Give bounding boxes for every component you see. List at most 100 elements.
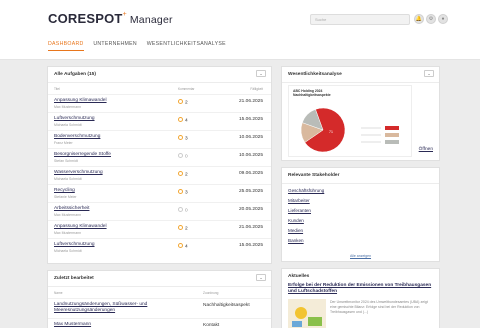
user-icon[interactable]: ● — [438, 14, 448, 24]
app-logo[interactable]: CORESPOT+ Manager — [48, 11, 173, 26]
table-row[interactable]: Landnutzungsänderungen, Süßwasser- und M… — [48, 298, 271, 318]
task-assignee: Max Mustermann — [54, 212, 82, 217]
table-row[interactable]: Luftverschmutzung Michaela Schmidt 4 15.… — [48, 112, 271, 129]
stakeholder-item[interactable]: Geschäftsführung — [288, 188, 324, 193]
tab-unternehmen[interactable]: UNTERNEHMEN — [93, 41, 137, 47]
column-header-comments: Kommentar — [178, 87, 195, 91]
table-row[interactable]: Besorgniserregende Stoffe Stefan Schmidt… — [48, 148, 271, 165]
divider — [48, 82, 271, 83]
main-nav: DASHBOARD UNTERNEHMEN WESENTLICHKEITSANA… — [48, 41, 234, 51]
chevron-down-icon[interactable]: ⌄ — [256, 70, 266, 77]
task-due-date: 20.05.2025 — [238, 207, 263, 212]
comment-count: 4 — [178, 117, 188, 124]
task-assignee: Michaela Schmidt — [54, 122, 82, 127]
comment-count-value: 2 — [185, 172, 188, 178]
chevron-down-icon[interactable]: ⌄ — [256, 274, 266, 281]
task-due-date: 10.06.2025 — [238, 135, 263, 140]
comment-count-value: 4 — [185, 244, 188, 250]
task-title[interactable]: Bodenverschmutzung — [54, 134, 100, 139]
table-row[interactable]: Anpassung Klimawandel Max Mustermann 2 2… — [48, 220, 271, 237]
task-title[interactable]: Luftverschmutzung — [54, 242, 95, 247]
legend-swatch — [385, 126, 399, 130]
recent-item-name[interactable]: Landnutzungsänderungen, Süßwasser- und M… — [54, 302, 194, 314]
task-title[interactable]: Anpassung Klimawandel — [54, 98, 107, 103]
legend-label-placeholder — [361, 141, 381, 143]
column-header-name: Name — [54, 291, 63, 295]
comment-count: 0 — [178, 207, 188, 214]
comment-count: 4 — [178, 243, 188, 250]
analysis-title: Wesentlichkeitsanalyse — [288, 72, 342, 77]
task-assignee: Michaela Schmidt — [54, 248, 82, 253]
divider — [48, 286, 271, 287]
news-thumbnail[interactable] — [288, 299, 326, 328]
tab-wesentlichkeitsanalyse[interactable]: WESENTLICHKEITSANALYSE — [147, 41, 226, 47]
comment-count: 2 — [178, 171, 188, 178]
stakeholder-card: Relevante Stakeholder Geschäftsführung M… — [281, 167, 440, 262]
search-input[interactable]: Suche — [310, 14, 410, 25]
comment-icon — [178, 135, 183, 140]
open-link[interactable]: Öffnen — [419, 147, 433, 152]
pie-data-label: 71 — [329, 130, 333, 134]
comment-icon — [178, 99, 183, 104]
table-row[interactable]: Max Mustermann Kontakt — [48, 318, 271, 328]
recent-item-name[interactable]: Max Mustermann — [54, 322, 91, 327]
show-all-link[interactable]: Alle anzeigen — [350, 254, 371, 258]
task-assignee: Stefan Schmidt — [54, 158, 78, 163]
task-assignee: Franz Meier — [54, 140, 73, 145]
analysis-card: Wesentlichkeitsanalyse ⌄ ABC Holding 202… — [281, 66, 440, 161]
task-title[interactable]: Arbeitssicherheit — [54, 206, 89, 211]
task-assignee: Max Mustermann — [54, 230, 82, 235]
task-title[interactable]: Luftverschmutzung — [54, 116, 95, 121]
comment-count: 0 — [178, 153, 188, 160]
pie-chart: 71 — [300, 107, 399, 153]
chevron-down-icon[interactable]: ⌄ — [424, 70, 434, 77]
news-headline[interactable]: Erfolge bei der Reduktion der Emissionen… — [288, 283, 434, 295]
task-assignee: Max Mustermann — [54, 104, 82, 109]
stakeholder-item[interactable]: Lieferanten — [288, 208, 311, 213]
divider — [282, 82, 439, 83]
comment-count-value: 2 — [185, 226, 188, 232]
table-row[interactable]: Bodenverschmutzung Franz Meier 3 10.06.2… — [48, 130, 271, 147]
table-row[interactable]: Luftverschmutzung Michaela Schmidt 4 15.… — [48, 238, 271, 255]
legend-swatch — [385, 140, 399, 144]
stakeholder-item[interactable]: Banken — [288, 238, 304, 243]
legend-label-placeholder — [361, 127, 381, 129]
comment-icon — [178, 189, 183, 194]
table-row[interactable]: Arbeitssicherheit Max Mustermann 0 20.05… — [48, 202, 271, 219]
tasks-title: Alle Aufgaben (15) — [54, 72, 96, 77]
task-due-date: 21.06.2025 — [238, 225, 263, 230]
comment-count-value: 3 — [185, 190, 188, 196]
settings-icon[interactable]: ⚙ — [426, 14, 436, 24]
divider — [282, 183, 439, 184]
column-header-title: Titel — [54, 87, 60, 91]
comment-count: 3 — [178, 189, 188, 196]
task-title[interactable]: Besorgniserregende Stoffe — [54, 152, 111, 157]
comment-icon — [178, 225, 183, 230]
task-title[interactable]: Recycling — [54, 188, 75, 193]
brand-name: CORESPOT — [48, 11, 123, 26]
stakeholder-item[interactable]: Kunden — [288, 218, 304, 223]
app-name: Manager — [129, 14, 173, 26]
legend-label-placeholder — [361, 134, 381, 136]
task-title[interactable]: Wasserverschmutzung — [54, 170, 103, 175]
task-title[interactable]: Anpassung Klimawandel — [54, 224, 107, 229]
recent-item-type: Nachhaltigkeitsaspekt — [203, 303, 250, 308]
recent-title: Zuletzt bearbeitet — [54, 276, 94, 281]
task-assignee: Stefanie Meier — [54, 194, 77, 199]
comment-icon — [178, 207, 183, 212]
brand-sup: + — [122, 11, 127, 18]
app-header: CORESPOT+ Manager Suche 🔔 ⚙ ● DASHBOARD U… — [0, 0, 480, 60]
stakeholder-item[interactable]: Mitarbeiter — [288, 198, 310, 203]
table-row[interactable]: Wasserverschmutzung Michaela Schmidt 2 0… — [48, 166, 271, 183]
tasks-card: Alle Aufgaben (15) ⌄ Titel Kommentar Fäl… — [47, 66, 272, 264]
table-row[interactable]: Recycling Stefanie Meier 3 25.05.2025 — [48, 184, 271, 201]
task-due-date: 21.06.2025 — [238, 99, 263, 104]
bell-icon[interactable]: 🔔 — [414, 14, 424, 24]
tab-dashboard[interactable]: DASHBOARD — [48, 41, 84, 51]
table-row[interactable]: Anpassung Klimawandel Max Mustermann 2 2… — [48, 94, 271, 111]
news-illustration — [292, 307, 322, 327]
task-due-date: 09.06.2025 — [238, 171, 263, 176]
comment-count-value: 4 — [185, 118, 188, 124]
chart-preview[interactable]: ABC Holding 2024 Nachhaltigkeitsaspekte … — [288, 85, 412, 157]
stakeholder-item[interactable]: Medien — [288, 228, 303, 233]
